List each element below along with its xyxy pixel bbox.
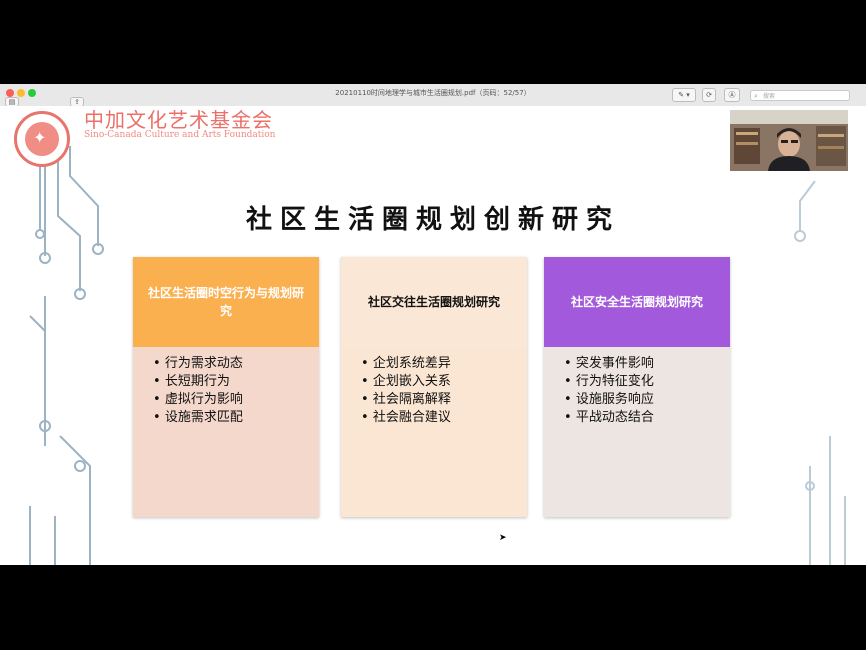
search-input[interactable]: ⌕ 搜索 — [750, 90, 850, 101]
card-heading: 社区交往生活圈规划研究 — [341, 257, 527, 347]
card-body: 企划系统差异 企划嵌入关系 社会隔离解释 社会融合建议 — [341, 347, 527, 517]
card-community-safety: 社区安全生活圈规划研究 突发事件影响 行为特征变化 设施服务响应 平战动态结合 — [544, 257, 730, 517]
list-item: 社会融合建议 — [361, 409, 527, 427]
logo-chinese-name: 中加文化艺术基金会 — [84, 108, 273, 132]
markup-icon[interactable]: ✎ ▾ — [672, 88, 696, 102]
list-item: 突发事件影响 — [564, 355, 730, 373]
rotate-icon[interactable]: ⟳ — [702, 88, 716, 102]
list-item: 行为特征变化 — [564, 373, 730, 391]
list-item: 企划嵌入关系 — [361, 373, 527, 391]
list-item: 设施需求匹配 — [153, 409, 319, 427]
foundation-logo-emblem: ✦ — [14, 111, 70, 167]
annotate-icon[interactable]: Ⓐ — [724, 88, 740, 102]
card-social-interaction: 社区交往生活圈规划研究 企划系统差异 企划嵌入关系 社会隔离解释 社会融合建议 — [341, 257, 527, 517]
webcam-feed — [730, 110, 848, 171]
list-item: 虚拟行为影响 — [153, 391, 319, 409]
list-item: 长短期行为 — [153, 373, 319, 391]
speaker-video-icon — [730, 110, 848, 171]
card-heading: 社区生活圈时空行为与规划研究 — [133, 257, 319, 347]
slide-page: ✦ 中加文化艺术基金会 Sino-Canada Culture and Arts… — [0, 106, 866, 565]
search-placeholder: 搜索 — [763, 93, 776, 100]
card-body: 行为需求动态 长短期行为 虚拟行为影响 设施需求匹配 — [133, 347, 319, 517]
list-item: 社会隔离解释 — [361, 391, 527, 409]
logo-english-name: Sino-Canada Culture and Arts Foundation — [84, 130, 276, 140]
list-item: 行为需求动态 — [153, 355, 319, 373]
card-time-space-behavior: 社区生活圈时空行为与规划研究 行为需求动态 长短期行为 虚拟行为影响 设施需求匹… — [133, 257, 319, 517]
list-item: 平战动态结合 — [564, 409, 730, 427]
mouse-cursor-icon: ➤ — [499, 533, 507, 543]
search-icon: ⌕ — [754, 92, 758, 100]
list-item: 企划系统差异 — [361, 355, 527, 373]
slide-title: 社区生活圈规划创新研究 — [245, 205, 620, 235]
maple-leaf-icon: ✦ — [33, 128, 47, 147]
card-heading: 社区安全生活圈规划研究 — [544, 257, 730, 347]
list-item: 设施服务响应 — [564, 391, 730, 409]
card-body: 突发事件影响 行为特征变化 设施服务响应 平战动态结合 — [544, 347, 730, 517]
